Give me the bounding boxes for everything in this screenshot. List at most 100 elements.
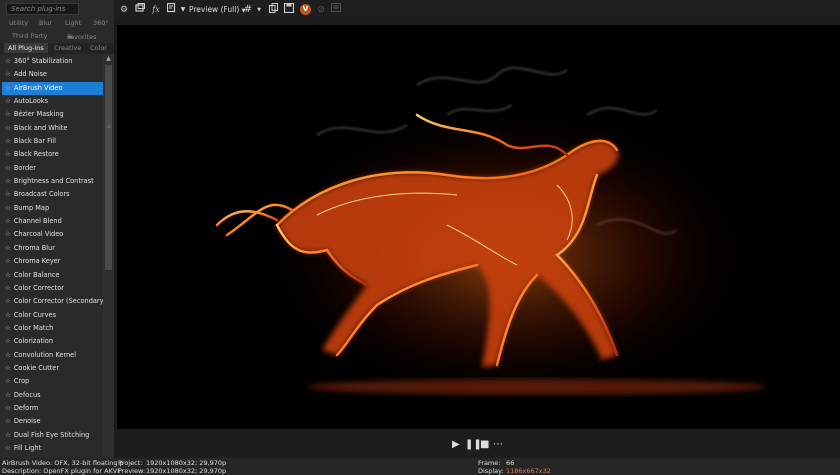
window-icon[interactable] <box>134 3 146 17</box>
tab-light[interactable]: Light <box>65 19 81 27</box>
plugin-list-item[interactable]: ☆ AirBrush Video <box>2 81 103 96</box>
gear-icon[interactable]: ⚙ <box>118 3 130 17</box>
star-outline-icon[interactable]: ☆ <box>5 84 11 92</box>
plugin-list-item[interactable]: ☆ Bump Map <box>2 202 103 215</box>
plugin-list-item[interactable]: ☆ Dual Fish Eye Stitching <box>2 429 103 442</box>
tab-blur[interactable]: Blur <box>39 19 52 27</box>
star-outline-icon[interactable]: ☆ <box>5 444 11 452</box>
plugin-list-item[interactable]: ☆ Color Corrector <box>2 282 103 295</box>
star-outline-icon[interactable]: ☆ <box>5 110 11 118</box>
search-input[interactable]: Search plug-ins <box>6 3 79 15</box>
more-icon[interactable]: ⋯ <box>493 440 503 450</box>
category-row-3: All Plug-ins Creative Color <box>0 43 114 54</box>
star-outline-icon[interactable]: ☆ <box>5 404 11 412</box>
tab-all-plugins[interactable]: All Plug-ins <box>4 43 48 53</box>
star-outline-icon[interactable]: ☆ <box>5 431 11 439</box>
plugin-list-item-label: Cookie Cutter <box>13 363 60 372</box>
preview-quality-dropdown[interactable]: Preview (Full) ▼ <box>189 3 246 17</box>
star-outline-icon[interactable]: ☆ <box>5 137 11 145</box>
plugin-list-item[interactable]: ☆ Channel Blend <box>2 215 103 228</box>
plugin-list-item[interactable]: ☆ Cookie Cutter <box>2 362 103 375</box>
plugin-list-item[interactable]: ☆ Denoise <box>2 415 103 428</box>
plugin-info-line2: Description: OpenFX plugin for AKVI <box>2 467 120 475</box>
plugin-list-item-label: AirBrush Video <box>13 83 63 92</box>
fx-icon[interactable]: fx <box>150 3 162 17</box>
plugin-list-item[interactable]: ☆ Crop <box>2 375 103 388</box>
plugin-list-item[interactable]: ☆ Color Balance <box>2 269 103 282</box>
star-outline-icon[interactable]: ☆ <box>5 391 11 399</box>
star-outline-icon[interactable]: ☆ <box>5 57 11 65</box>
plugin-list-item[interactable]: ☆ Color Corrector (Secondary) <box>2 295 103 308</box>
star-outline-icon[interactable]: ☆ <box>5 230 11 238</box>
star-outline-icon[interactable]: ☆ <box>5 257 11 265</box>
plugin-list-item[interactable]: ☆ Broadcast Colors <box>2 188 103 201</box>
plugin-list-item[interactable]: ☆ Brightness and Contrast <box>2 175 103 188</box>
plugin-list-item[interactable]: ☆ Fill Light <box>2 442 103 455</box>
scroll-up-icon[interactable]: ▲ <box>104 55 113 63</box>
plugin-list-item[interactable]: ☆ Chroma Blur <box>2 242 103 255</box>
star-outline-icon[interactable]: ☆ <box>5 271 11 279</box>
plugin-list-item[interactable]: ☆ AutoLooks <box>2 95 103 108</box>
plugin-list-item[interactable]: ☆ Charcoal Video <box>2 228 103 241</box>
star-outline-icon[interactable]: ☆ <box>5 337 11 345</box>
copy-icon[interactable] <box>267 3 279 17</box>
project-value: 1920x1080x32; 29,970p <box>146 459 227 467</box>
tab-third-party[interactable]: Third Party <box>12 32 47 40</box>
plugin-list-item[interactable]: ☆ 360° Stabilization <box>2 55 103 68</box>
star-outline-icon[interactable]: ☆ <box>5 124 11 132</box>
star-outline-icon[interactable]: ☆ <box>5 164 11 172</box>
plugin-list-item[interactable]: ☆ Black and White <box>2 122 103 135</box>
triangle-down-icon[interactable]: ▼ <box>179 3 187 17</box>
tab-360[interactable]: 360° <box>93 19 109 27</box>
star-outline-icon[interactable]: ☆ <box>5 177 11 185</box>
plugin-list-scrollbar[interactable]: ▲ ≡ <box>103 55 114 458</box>
plugin-list-item[interactable]: ☆ Bézier Masking <box>2 108 103 121</box>
star-outline-icon[interactable]: ☆ <box>5 324 11 332</box>
preview-value: 1920x1080x32; 29,970p <box>146 467 227 475</box>
plugin-list-item-label: Colorization <box>13 337 54 346</box>
plugin-list-item[interactable]: ☆ Color Match <box>2 322 103 335</box>
star-outline-icon[interactable]: ☆ <box>5 217 11 225</box>
plugin-list-item[interactable]: ☆ Convolution Kernel <box>2 349 103 362</box>
star-outline-icon[interactable]: ☆ <box>5 377 11 385</box>
plugin-list-item[interactable]: ☆ Deform <box>2 402 103 415</box>
star-outline-icon[interactable]: ☆ <box>5 150 11 158</box>
flag-icon[interactable] <box>165 2 177 17</box>
star-outline-icon[interactable]: ☆ <box>5 284 11 292</box>
plugin-list-item[interactable]: ☆ Colorization <box>2 335 103 348</box>
scrollbar-thumb[interactable] <box>105 65 112 270</box>
plugin-list-item[interactable]: ☆ Border <box>2 162 103 175</box>
grid-icon[interactable]: # <box>242 3 254 17</box>
star-outline-icon[interactable]: ☆ <box>5 244 11 252</box>
tab-creative[interactable]: Creative <box>54 44 81 52</box>
star-outline-icon[interactable]: ☆ <box>5 70 11 78</box>
tab-color[interactable]: Color <box>90 44 107 52</box>
video-preview[interactable] <box>117 25 840 429</box>
caret-down-icon[interactable]: ▼ <box>255 3 263 17</box>
plugin-info-line1: AirBrush Video: OFX, 32-bit floating p <box>2 459 124 467</box>
plugin-list-item[interactable]: ☆ Color Curves <box>2 309 103 322</box>
star-outline-icon[interactable]: ☆ <box>5 204 11 212</box>
v-badge-icon[interactable]: V <box>300 4 311 15</box>
save-icon[interactable] <box>283 2 295 17</box>
star-outline-icon[interactable]: ☆ <box>5 190 11 198</box>
plugin-list-item[interactable]: ☆ Black Restore <box>2 148 103 161</box>
star-outline-icon[interactable]: ☆ <box>5 417 11 425</box>
tab-utility[interactable]: Utility <box>9 19 28 27</box>
stop-icon[interactable]: ■ <box>480 440 489 450</box>
plugin-list-item-label: Black and White <box>13 123 68 132</box>
plugin-list-item[interactable]: ☆ Black Bar Fill <box>2 135 103 148</box>
star-outline-icon[interactable]: ☆ <box>5 97 11 105</box>
plugin-list-item-label: Chroma Keyer <box>13 257 61 266</box>
plugin-list-item[interactable]: ☆ Defocus <box>2 389 103 402</box>
star-outline-icon[interactable]: ☆ <box>5 364 11 372</box>
play-icon[interactable]: ▶ <box>452 440 460 450</box>
plugin-list-item[interactable]: ☆ Chroma Keyer <box>2 255 103 268</box>
star-outline-icon[interactable]: ☆ <box>5 297 11 305</box>
plugin-list-item-label: Bump Map <box>13 203 50 212</box>
preview-toolbar: ⚙ fx ▼ Preview (Full) ▼ # ▼ V ⊘ <box>114 0 840 20</box>
plugin-list-item-label: Add Noise <box>13 70 47 79</box>
star-outline-icon[interactable]: ☆ <box>5 351 11 359</box>
star-outline-icon[interactable]: ☆ <box>5 311 11 319</box>
plugin-list-item[interactable]: ☆ Add Noise <box>2 68 103 81</box>
